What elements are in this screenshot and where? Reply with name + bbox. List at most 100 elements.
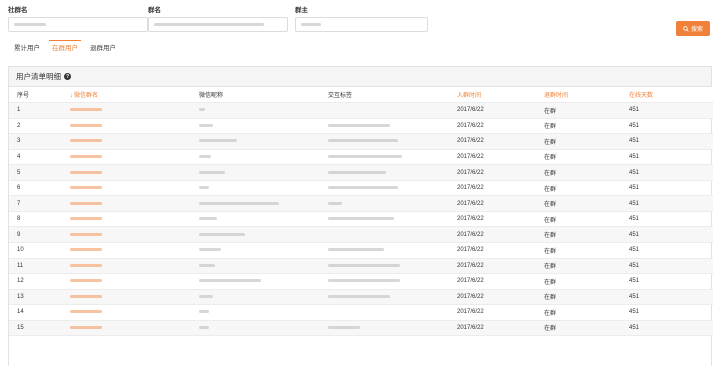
blurred-value bbox=[70, 310, 102, 314]
cell-online-days: 451 bbox=[621, 226, 713, 243]
blurred-value bbox=[199, 123, 213, 127]
search-button-label: 搜索 bbox=[690, 27, 703, 33]
cell-index: 13 bbox=[9, 289, 62, 306]
cell-status: 在群 bbox=[536, 149, 621, 166]
cell-group-name[interactable] bbox=[62, 320, 191, 337]
cell-tags bbox=[320, 149, 449, 166]
cell-index: 2 bbox=[9, 118, 62, 135]
group-input[interactable] bbox=[148, 17, 288, 32]
cell-tags bbox=[320, 180, 449, 197]
tab-in-group-users[interactable]: 在群用户 bbox=[46, 40, 84, 58]
cell-index: 10 bbox=[9, 242, 62, 259]
cell-group-name[interactable] bbox=[62, 258, 191, 275]
tab-cumulative-users[interactable]: 累计用户 bbox=[8, 44, 46, 58]
cell-index: 6 bbox=[9, 180, 62, 197]
cell-group-name[interactable] bbox=[62, 304, 191, 321]
cell-group-name[interactable] bbox=[62, 118, 191, 135]
user-table: 序号 ↓微信群名 微信昵称 交互标签 入群时间 退群时间 在线天数 1 2017/… bbox=[9, 87, 713, 337]
cell-status: 在群 bbox=[536, 289, 621, 306]
cell-index: 15 bbox=[9, 320, 62, 337]
blurred-value bbox=[70, 170, 102, 174]
cell-tags bbox=[320, 195, 449, 212]
cell-group-name[interactable] bbox=[62, 242, 191, 259]
blurred-value bbox=[199, 325, 209, 329]
cell-join-time: 2017/6/22 bbox=[449, 226, 536, 243]
cell-status: 在群 bbox=[536, 180, 621, 197]
cell-join-time: 2017/6/22 bbox=[449, 133, 536, 150]
cell-nickname bbox=[191, 133, 320, 150]
cell-group-name[interactable] bbox=[62, 133, 191, 150]
cell-group-name[interactable] bbox=[62, 226, 191, 243]
cell-index: 4 bbox=[9, 149, 62, 166]
cell-tags bbox=[320, 118, 449, 135]
cell-status: 在群 bbox=[536, 242, 621, 259]
cell-join-time: 2017/6/22 bbox=[449, 195, 536, 212]
cell-tags bbox=[320, 320, 449, 337]
blurred-value bbox=[70, 294, 102, 298]
cell-join-time: 2017/6/22 bbox=[449, 102, 536, 119]
col-leave-time[interactable]: 退群时间 bbox=[536, 87, 621, 104]
owner-filter: 群主 bbox=[295, 6, 428, 32]
blurred-value bbox=[199, 186, 209, 190]
cell-group-name[interactable] bbox=[62, 195, 191, 212]
col-join-time[interactable]: 入群时间 bbox=[449, 87, 536, 104]
table-row: 10 2017/6/22 在群 451 bbox=[9, 242, 713, 259]
cell-online-days: 451 bbox=[621, 242, 713, 259]
blurred-value bbox=[328, 217, 394, 221]
cell-group-name[interactable] bbox=[62, 289, 191, 306]
cell-online-days: 451 bbox=[621, 149, 713, 166]
col-group-name[interactable]: ↓微信群名 bbox=[62, 87, 191, 104]
cell-group-name[interactable] bbox=[62, 273, 191, 290]
blurred-value bbox=[199, 139, 237, 143]
cell-join-time: 2017/6/22 bbox=[449, 304, 536, 321]
cell-status: 在群 bbox=[536, 195, 621, 212]
cell-nickname bbox=[191, 118, 320, 135]
cell-status: 在群 bbox=[536, 226, 621, 243]
cell-tags bbox=[320, 242, 449, 259]
cell-index: 11 bbox=[9, 258, 62, 275]
cell-group-name[interactable] bbox=[62, 102, 191, 119]
cell-online-days: 451 bbox=[621, 289, 713, 306]
cell-group-name[interactable] bbox=[62, 164, 191, 181]
cell-nickname bbox=[191, 180, 320, 197]
cell-join-time: 2017/6/22 bbox=[449, 211, 536, 228]
cell-nickname bbox=[191, 320, 320, 337]
cell-join-time: 2017/6/22 bbox=[449, 180, 536, 197]
blurred-value bbox=[70, 263, 102, 267]
cell-index: 12 bbox=[9, 273, 62, 290]
cell-nickname bbox=[191, 304, 320, 321]
blurred-value bbox=[199, 263, 215, 267]
table-row: 1 2017/6/22 在群 451 bbox=[9, 102, 713, 119]
table-header-row: 序号 ↓微信群名 微信昵称 交互标签 入群时间 退群时间 在线天数 bbox=[9, 87, 713, 104]
community-input[interactable] bbox=[8, 17, 148, 32]
cell-online-days: 451 bbox=[621, 258, 713, 275]
blurred-value bbox=[70, 186, 102, 190]
cell-group-name[interactable] bbox=[62, 211, 191, 228]
blurred-value bbox=[328, 170, 386, 174]
table-row: 13 2017/6/22 在群 451 bbox=[9, 289, 713, 306]
table-row: 8 2017/6/22 在群 451 bbox=[9, 211, 713, 228]
col-online-days[interactable]: 在线天数 bbox=[621, 87, 713, 104]
cell-tags bbox=[320, 304, 449, 321]
tab-left-users[interactable]: 退群用户 bbox=[84, 44, 122, 58]
blurred-value bbox=[199, 170, 225, 174]
cell-status: 在群 bbox=[536, 164, 621, 181]
question-circle-icon[interactable]: ? bbox=[64, 73, 71, 80]
cell-tags bbox=[320, 258, 449, 275]
owner-input[interactable] bbox=[295, 17, 428, 32]
table-row: 2 2017/6/22 在群 451 bbox=[9, 118, 713, 135]
cell-nickname bbox=[191, 102, 320, 119]
search-icon bbox=[683, 25, 689, 32]
search-button[interactable]: 搜索 bbox=[676, 21, 710, 36]
blurred-value bbox=[70, 154, 102, 158]
user-list-panel: 用户清单明细 ? 序号 ↓微信群名 微信昵称 交互标签 入群时间 退群时间 在线… bbox=[8, 66, 713, 366]
cell-index: 5 bbox=[9, 164, 62, 181]
cell-online-days: 451 bbox=[621, 180, 713, 197]
blurred-value bbox=[70, 201, 102, 205]
blurred-value bbox=[328, 139, 398, 143]
cell-join-time: 2017/6/22 bbox=[449, 149, 536, 166]
blurred-value bbox=[199, 154, 211, 158]
cell-group-name[interactable] bbox=[62, 149, 191, 166]
cell-index: 3 bbox=[9, 133, 62, 150]
cell-group-name[interactable] bbox=[62, 180, 191, 197]
